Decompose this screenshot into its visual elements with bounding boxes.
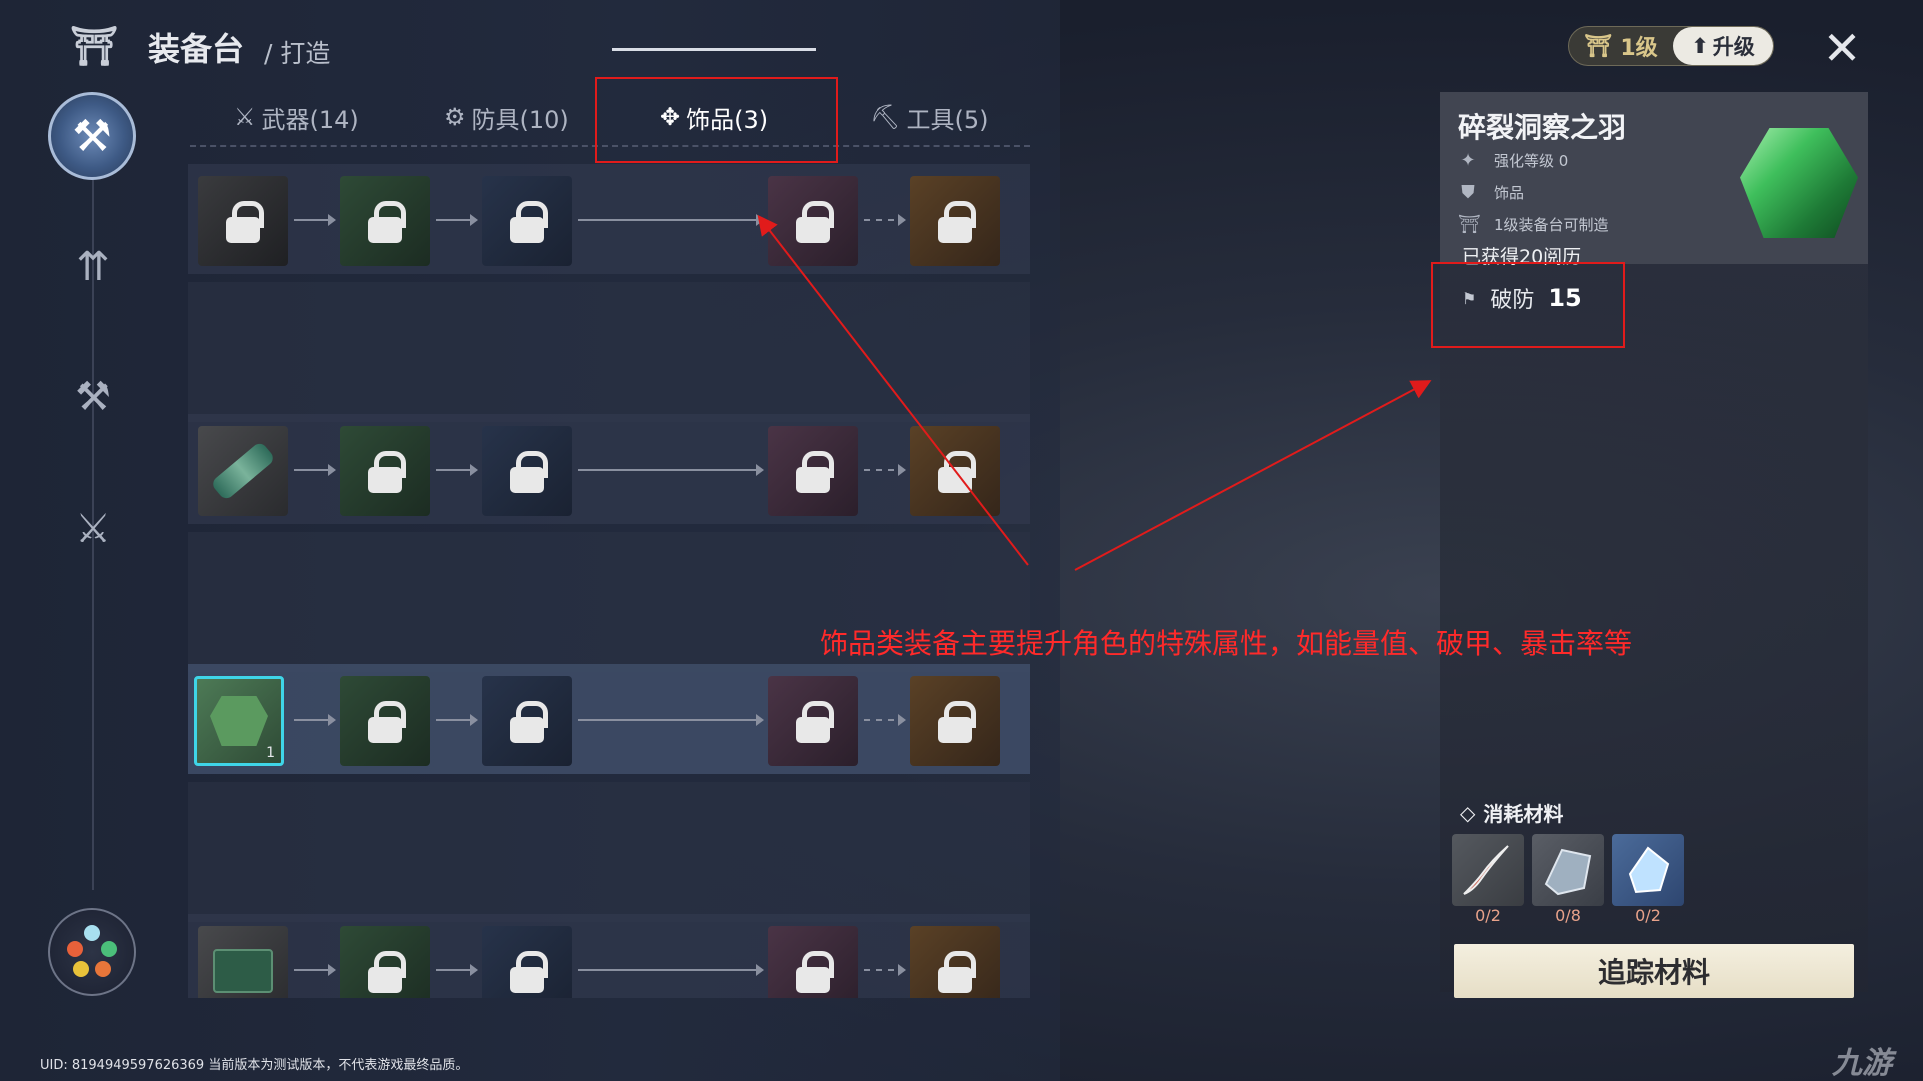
- annotation-arrows: [757, 214, 1432, 571]
- watermark-logo: 九游: [1832, 1046, 1892, 1081]
- uid-footer: UID: 8194949597626369 当前版本为测试版本，不代表游戏最终品…: [40, 1058, 469, 1073]
- annotation-arrow-tab: [757, 214, 1029, 566]
- annotation-arrow-stat: [1074, 380, 1432, 571]
- annotation-text: 饰品类装备主要提升角色的特殊属性，如能量值、破甲、暴击率等: [820, 627, 1633, 660]
